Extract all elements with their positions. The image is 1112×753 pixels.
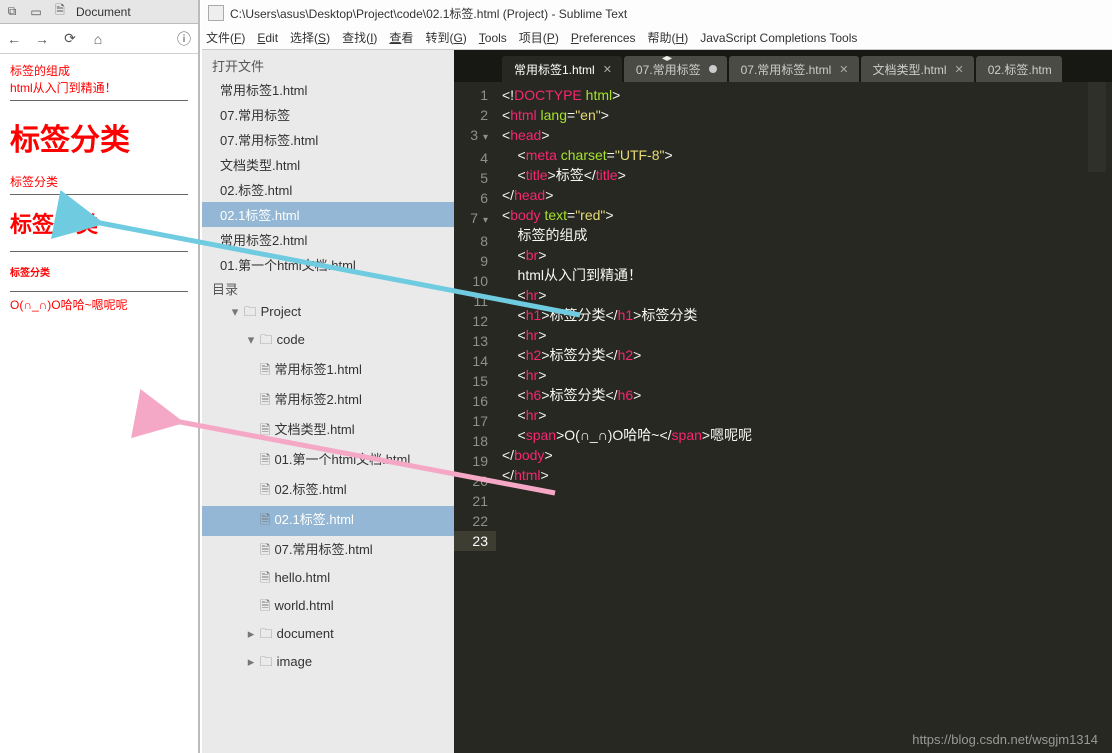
browser-titlebar: ⧉ ▭ 🗎 Document <box>0 0 198 24</box>
open-file-item[interactable]: 01.第一个html文档.html <box>202 252 454 277</box>
menu-item[interactable]: 项目(P) <box>519 29 559 46</box>
dirty-dot-icon <box>709 65 717 73</box>
info-icon[interactable]: ⓘ <box>170 29 198 49</box>
back-button[interactable]: ← <box>0 31 28 47</box>
fold-arrows-icon[interactable]: ◂▸ <box>662 53 672 64</box>
sidebar[interactable]: 打开文件 常用标签1.html07.常用标签07.常用标签.html文档类型.h… <box>202 50 454 753</box>
file-item[interactable]: 🗎02.1标签.html <box>202 506 454 536</box>
text-line: html从入门到精通！ <box>10 79 188 96</box>
code-area: ◂▸ 常用标签1.html✕07.常用标签07.常用标签.html✕文档类型.h… <box>454 50 1112 753</box>
menu-bar[interactable]: 文件(F) Edit 选择(S) 查找(I) 查看转到(G) Tools 项目(P) Pref… <box>202 26 1112 50</box>
menu-item[interactable]: 帮助(H) <box>648 29 689 46</box>
span-text: O(∩_∩)O哈哈~嗯呢呢 <box>10 296 188 313</box>
file-item[interactable]: 🗎常用标签2.html <box>202 386 454 416</box>
close-icon[interactable]: ✕ <box>603 63 612 76</box>
layout-icon[interactable]: ▭ <box>24 5 48 19</box>
open-file-item[interactable]: 02.1标签.html <box>202 202 454 227</box>
source-text[interactable]: <!DOCTYPE html><html lang="en"><head> <m… <box>496 82 1112 753</box>
window-title: C:\Users\asus\Desktop\Project\code\02.1标… <box>230 5 627 22</box>
open-file-item[interactable]: 文档类型.html <box>202 152 454 177</box>
app-icon <box>208 5 224 21</box>
file-item[interactable]: 🗎hello.html <box>202 566 454 594</box>
file-item[interactable]: 🗎常用标签1.html <box>202 356 454 386</box>
text-after-h1: 标签分类 <box>10 173 188 190</box>
refresh-button[interactable]: ⟳ <box>56 30 84 47</box>
h6: 标签分类 <box>10 264 188 279</box>
open-file-item[interactable]: 07.常用标签.html <box>202 127 454 152</box>
rendered-page: 标签的组成 html从入门到精通！ 标签分类 标签分类 标签分类 标签分类 O(… <box>0 54 198 321</box>
menu-item[interactable]: Tools <box>479 31 507 45</box>
file-item[interactable]: 🗎文档类型.html <box>202 416 454 446</box>
folder-item[interactable]: ▸ 🗀image <box>202 650 454 678</box>
tab-bar[interactable]: ◂▸ 常用标签1.html✕07.常用标签07.常用标签.html✕文档类型.h… <box>454 50 1112 82</box>
menu-item[interactable]: 选择(S) <box>290 29 330 46</box>
doc-icon: 🗎 <box>48 1 72 22</box>
browser-tab-title: Document <box>76 5 131 19</box>
hr <box>10 291 188 292</box>
menu-item[interactable]: 查看 <box>389 29 413 46</box>
hr <box>10 251 188 252</box>
folder-item[interactable]: ▾ 🗀Project <box>202 300 454 328</box>
menu-item[interactable]: 转到(G) <box>425 29 466 46</box>
folders-header: 目录 <box>202 277 454 300</box>
close-icon[interactable]: ✕ <box>839 63 848 76</box>
sublime-window: C:\Users\asus\Desktop\Project\code\02.1标… <box>202 0 1112 753</box>
tabs-icon[interactable]: ⧉ <box>0 4 24 19</box>
editor-tab[interactable]: 07.常用标签 <box>624 56 727 82</box>
open-file-item[interactable]: 常用标签2.html <box>202 227 454 252</box>
browser-nav: ← → ⟳ ⌂ ⓘ <box>0 24 198 54</box>
line-gutter: 123▾4567▾891011121314151617181920212223 <box>454 82 496 753</box>
text-line: 标签的组成 <box>10 62 188 79</box>
file-item[interactable]: 🗎02.标签.html <box>202 476 454 506</box>
hr <box>10 194 188 195</box>
menu-item[interactable]: JavaScript Completions Tools <box>700 31 857 45</box>
menu-item[interactable]: 查找(I) <box>342 29 377 46</box>
editor-titlebar: C:\Users\asus\Desktop\Project\code\02.1标… <box>202 0 1112 26</box>
menu-item[interactable]: 文件(F) <box>206 29 245 46</box>
h2: 标签分类 <box>10 207 188 239</box>
file-item[interactable]: 🗎07.常用标签.html <box>202 536 454 566</box>
open-file-item[interactable]: 常用标签1.html <box>202 77 454 102</box>
editor-tab[interactable]: 07.常用标签.html✕ <box>729 56 859 82</box>
menu-item[interactable]: Edit <box>257 31 278 45</box>
editor-tab[interactable]: 文档类型.html✕ <box>861 56 974 82</box>
open-file-item[interactable]: 07.常用标签 <box>202 102 454 127</box>
code-editor[interactable]: 123▾4567▾891011121314151617181920212223 … <box>454 82 1112 753</box>
close-icon[interactable]: ✕ <box>955 63 964 76</box>
minimap[interactable] <box>1088 82 1106 172</box>
editor-tab[interactable]: 02.标签.htm <box>976 56 1062 82</box>
file-item[interactable]: 🗎01.第一个html文档.html <box>202 446 454 476</box>
menu-item[interactable]: Preferences <box>571 31 636 45</box>
watermark: https://blog.csdn.net/wsgjm1314 <box>912 732 1098 747</box>
folder-item[interactable]: ▸ 🗀document <box>202 622 454 650</box>
editor-tab[interactable]: 常用标签1.html✕ <box>502 56 622 82</box>
open-file-item[interactable]: 02.标签.html <box>202 177 454 202</box>
hr <box>10 100 188 101</box>
file-item[interactable]: 🗎world.html <box>202 594 454 622</box>
folder-item[interactable]: ▾ 🗀code <box>202 328 454 356</box>
browser-window: ⧉ ▭ 🗎 Document ← → ⟳ ⌂ ⓘ 标签的组成 html从入门到精… <box>0 0 200 753</box>
open-files-header: 打开文件 <box>202 54 454 77</box>
home-button[interactable]: ⌂ <box>84 31 112 47</box>
forward-button[interactable]: → <box>28 31 56 47</box>
h1: 标签分类 <box>10 115 188 159</box>
